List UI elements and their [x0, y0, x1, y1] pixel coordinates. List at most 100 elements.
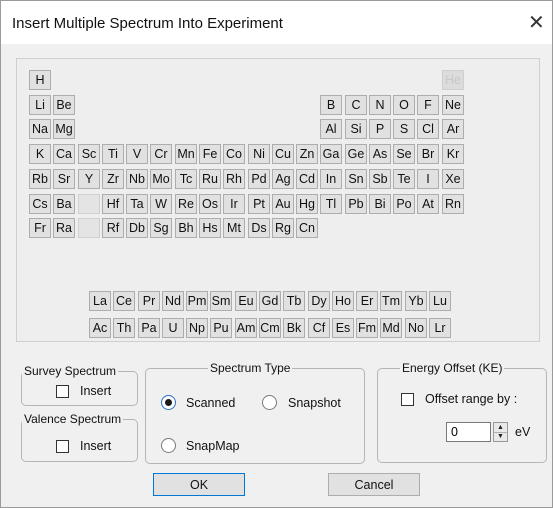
- element-md-button[interactable]: Md: [380, 318, 402, 338]
- scanned-radio[interactable]: [161, 395, 176, 410]
- element-h-button[interactable]: H: [29, 70, 51, 90]
- element-yb-button[interactable]: Yb: [405, 291, 427, 311]
- element-gd-button[interactable]: Gd: [259, 291, 281, 311]
- element-ca-button[interactable]: Ca: [53, 144, 75, 164]
- element-in-button[interactable]: In: [320, 169, 342, 189]
- element-sn-button[interactable]: Sn: [345, 169, 367, 189]
- element-ac-button[interactable]: Ac: [89, 318, 111, 338]
- snapshot-radio[interactable]: [262, 395, 277, 410]
- element-ba-button[interactable]: Ba: [53, 194, 75, 214]
- element-al-button[interactable]: Al: [320, 119, 342, 139]
- element-pt-button[interactable]: Pt: [248, 194, 270, 214]
- element-w-button[interactable]: W: [150, 194, 172, 214]
- element-cs-button[interactable]: Cs: [29, 194, 51, 214]
- element-nb-button[interactable]: Nb: [126, 169, 148, 189]
- element-pb-button[interactable]: Pb: [345, 194, 367, 214]
- element-b-button[interactable]: B: [320, 95, 342, 115]
- element-fm-button[interactable]: Fm: [356, 318, 378, 338]
- element-np-button[interactable]: Np: [186, 318, 208, 338]
- snapmap-radio[interactable]: [161, 438, 176, 453]
- element-sb-button[interactable]: Sb: [369, 169, 391, 189]
- element-bi-button[interactable]: Bi: [369, 194, 391, 214]
- element-ta-button[interactable]: Ta: [126, 194, 148, 214]
- element-fe-button[interactable]: Fe: [199, 144, 221, 164]
- element-hf-button[interactable]: Hf: [102, 194, 124, 214]
- element-pr-button[interactable]: Pr: [138, 291, 160, 311]
- element-co-button[interactable]: Co: [223, 144, 245, 164]
- element-ga-button[interactable]: Ga: [320, 144, 342, 164]
- element-u-button[interactable]: U: [162, 318, 184, 338]
- element-lu-button[interactable]: Lu: [429, 291, 451, 311]
- element-ti-button[interactable]: Ti: [102, 144, 124, 164]
- element-v-button[interactable]: V: [126, 144, 148, 164]
- element-sr-button[interactable]: Sr: [53, 169, 75, 189]
- element-at-button[interactable]: At: [417, 194, 439, 214]
- element-pd-button[interactable]: Pd: [248, 169, 270, 189]
- element-ni-button[interactable]: Ni: [248, 144, 270, 164]
- element-rb-button[interactable]: Rb: [29, 169, 51, 189]
- element-tb-button[interactable]: Tb: [283, 291, 305, 311]
- element-ds-button[interactable]: Ds: [248, 218, 270, 238]
- element-p-button[interactable]: P: [369, 119, 391, 139]
- element-pa-button[interactable]: Pa: [138, 318, 160, 338]
- element-cd-button[interactable]: Cd: [296, 169, 318, 189]
- element-rh-button[interactable]: Rh: [223, 169, 245, 189]
- element-zn-button[interactable]: Zn: [296, 144, 318, 164]
- element-au-button[interactable]: Au: [272, 194, 294, 214]
- element-es-button[interactable]: Es: [332, 318, 354, 338]
- element-cf-button[interactable]: Cf: [308, 318, 330, 338]
- element-ge-button[interactable]: Ge: [345, 144, 367, 164]
- element-hg-button[interactable]: Hg: [296, 194, 318, 214]
- element-po-button[interactable]: Po: [393, 194, 415, 214]
- element-sg-button[interactable]: Sg: [150, 218, 172, 238]
- element-i-button[interactable]: I: [417, 169, 439, 189]
- element-rf-button[interactable]: Rf: [102, 218, 124, 238]
- element-mn-button[interactable]: Mn: [175, 144, 197, 164]
- element-na-button[interactable]: Na: [29, 119, 51, 139]
- element-pm-button[interactable]: Pm: [186, 291, 208, 311]
- element-cn-button[interactable]: Cn: [296, 218, 318, 238]
- element-tc-button[interactable]: Tc: [175, 169, 197, 189]
- valence-insert-checkbox[interactable]: [56, 440, 69, 453]
- element-be-button[interactable]: Be: [53, 95, 75, 115]
- element-o-button[interactable]: O: [393, 95, 415, 115]
- element-y-button[interactable]: Y: [78, 169, 100, 189]
- element-dy-button[interactable]: Dy: [308, 291, 330, 311]
- element-ar-button[interactable]: Ar: [442, 119, 464, 139]
- element-bk-button[interactable]: Bk: [283, 318, 305, 338]
- element-se-button[interactable]: Se: [393, 144, 415, 164]
- element-zr-button[interactable]: Zr: [102, 169, 124, 189]
- element-f-button[interactable]: F: [417, 95, 439, 115]
- close-icon[interactable]: ✕: [528, 10, 545, 35]
- element-n-button[interactable]: N: [369, 95, 391, 115]
- element-tm-button[interactable]: Tm: [380, 291, 402, 311]
- element-nd-button[interactable]: Nd: [162, 291, 184, 311]
- element-k-button[interactable]: K: [29, 144, 51, 164]
- offset-range-checkbox[interactable]: [401, 393, 414, 406]
- offset-spinner[interactable]: ▲ ▼: [493, 422, 508, 442]
- ok-button[interactable]: OK: [153, 473, 245, 496]
- element-os-button[interactable]: Os: [199, 194, 221, 214]
- element-hs-button[interactable]: Hs: [199, 218, 221, 238]
- element-te-button[interactable]: Te: [393, 169, 415, 189]
- element-xe-button[interactable]: Xe: [442, 169, 464, 189]
- element-mg-button[interactable]: Mg: [53, 119, 75, 139]
- spin-down-icon[interactable]: ▼: [494, 432, 507, 441]
- cancel-button[interactable]: Cancel: [328, 473, 420, 496]
- element-rn-button[interactable]: Rn: [442, 194, 464, 214]
- element-ho-button[interactable]: Ho: [332, 291, 354, 311]
- element-sc-button[interactable]: Sc: [78, 144, 100, 164]
- element-ce-button[interactable]: Ce: [113, 291, 135, 311]
- offset-value-input[interactable]: [446, 422, 491, 442]
- element-s-button[interactable]: S: [393, 119, 415, 139]
- element-sm-button[interactable]: Sm: [210, 291, 232, 311]
- element-cu-button[interactable]: Cu: [272, 144, 294, 164]
- element-mo-button[interactable]: Mo: [150, 169, 172, 189]
- element-eu-button[interactable]: Eu: [235, 291, 257, 311]
- element-ag-button[interactable]: Ag: [272, 169, 294, 189]
- element-ir-button[interactable]: Ir: [223, 194, 245, 214]
- element-ra-button[interactable]: Ra: [53, 218, 75, 238]
- element-th-button[interactable]: Th: [113, 318, 135, 338]
- element-bh-button[interactable]: Bh: [175, 218, 197, 238]
- element-c-button[interactable]: C: [345, 95, 367, 115]
